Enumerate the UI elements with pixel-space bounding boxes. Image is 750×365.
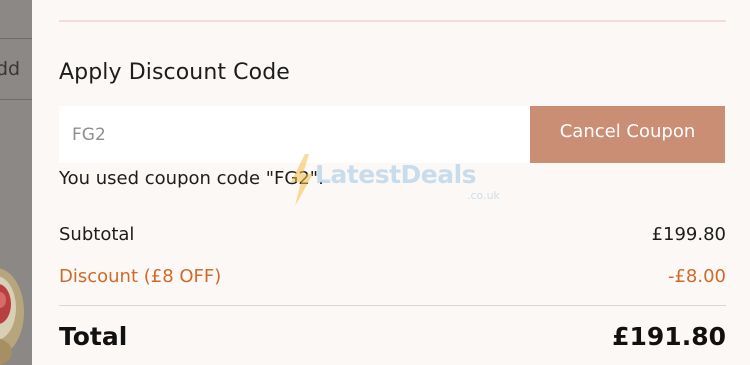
divider bbox=[59, 20, 726, 22]
discount-label: Discount (£8 OFF) bbox=[59, 266, 222, 287]
subtotal-label: Subtotal bbox=[59, 224, 135, 245]
subtotal-value: £199.80 bbox=[651, 224, 726, 245]
background-partial-text: dd bbox=[0, 58, 21, 80]
cart-drawer: Apply Discount Code Cancel Coupon You us… bbox=[32, 0, 750, 365]
discount-section-title: Apply Discount Code bbox=[59, 60, 290, 85]
watermark-domain: .co.uk bbox=[467, 189, 500, 202]
watermark-logo: LatestDeals .co.uk bbox=[287, 154, 507, 208]
discount-value: -£8.00 bbox=[667, 266, 726, 287]
lightning-bolt-icon bbox=[291, 154, 313, 206]
background-product-image bbox=[0, 268, 24, 365]
divider bbox=[59, 305, 726, 306]
total-label: Total bbox=[59, 322, 128, 351]
watermark-brand: LatestDeals bbox=[315, 160, 477, 189]
cancel-coupon-button[interactable]: Cancel Coupon bbox=[530, 106, 725, 163]
total-value: £191.80 bbox=[612, 322, 726, 351]
coupon-applied-message: You used coupon code "FG2". bbox=[59, 168, 324, 189]
